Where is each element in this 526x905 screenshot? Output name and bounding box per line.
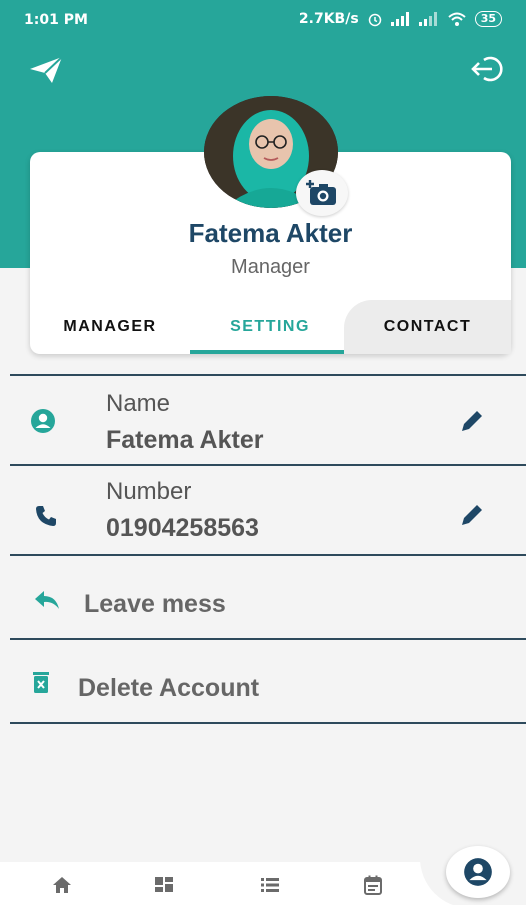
reply-icon: [35, 591, 59, 609]
tab-contact[interactable]: CONTACT: [344, 300, 511, 354]
edit-number-icon[interactable]: [457, 500, 487, 530]
number-label: Number: [106, 478, 192, 505]
home-icon[interactable]: [51, 874, 73, 896]
battery-indicator: 35: [474, 11, 502, 27]
logout-icon[interactable]: [470, 54, 506, 84]
account-circle-icon: [464, 858, 492, 886]
list-icon[interactable]: [259, 874, 281, 896]
active-tab-indicator: [190, 350, 350, 354]
edit-name-icon[interactable]: [457, 406, 487, 436]
change-photo-button[interactable]: [296, 170, 348, 216]
status-indicators: 2.7KB/s 35: [299, 11, 502, 27]
alarm-icon: [368, 13, 381, 27]
number-field-row[interactable]: Number 01904258563: [10, 464, 526, 556]
profile-name: Fatema Akter: [188, 218, 353, 248]
name-field-row[interactable]: Name Fatema Akter: [10, 374, 526, 466]
number-value: 01904258563: [106, 514, 259, 542]
phone-icon: [36, 506, 56, 526]
name-value: Fatema Akter: [106, 426, 264, 454]
account-circle-icon: [31, 409, 55, 433]
leave-message-label: Leave mess: [84, 590, 226, 618]
name-label: Name: [106, 390, 171, 417]
status-time: 1:01 PM: [24, 12, 88, 28]
signal-icon-2: [418, 12, 437, 26]
delete-account-label: Delete Account: [78, 674, 260, 702]
leave-message-row[interactable]: Leave mess: [10, 554, 526, 640]
network-speed: 2.7KB/s: [298, 11, 359, 27]
delete-box-icon: [33, 672, 49, 693]
add-photo-icon: [306, 180, 336, 205]
profile-role: Manager: [231, 256, 310, 278]
status-bar: 1:01 PM 2.7KB/s 35: [0, 0, 526, 40]
profile-fab-button[interactable]: [446, 846, 510, 898]
signal-icon: [390, 12, 409, 26]
delete-account-row[interactable]: Delete Account: [10, 638, 526, 724]
tab-manager[interactable]: MANAGER: [30, 300, 190, 354]
wifi-icon: [448, 12, 466, 26]
dashboard-icon[interactable]: [153, 874, 175, 896]
send-icon[interactable]: [28, 55, 64, 85]
calendar-icon[interactable]: [362, 874, 384, 896]
tab-setting[interactable]: SETTING: [190, 300, 350, 354]
